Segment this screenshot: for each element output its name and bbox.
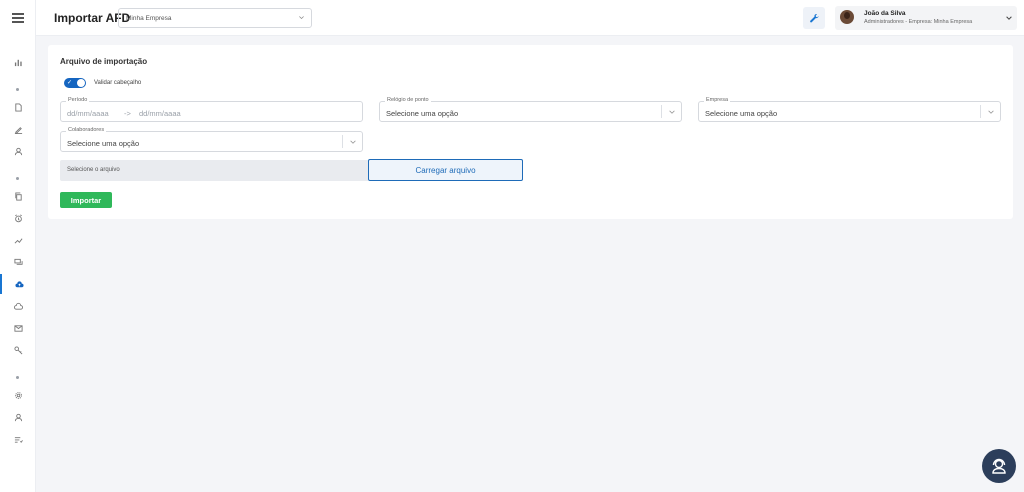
card-title: Arquivo de importação xyxy=(60,57,148,66)
user-name: João da Silva xyxy=(864,10,906,17)
time-clock-select[interactable]: Relógio de ponto Selecione uma opção xyxy=(379,97,682,122)
menu-icon[interactable] xyxy=(12,13,24,23)
period-end-input[interactable]: dd/mm/aaaa xyxy=(139,109,181,118)
tools-button[interactable] xyxy=(803,7,825,29)
time-clock-label: Relógio de ponto xyxy=(385,97,431,103)
chevron-down-icon xyxy=(988,110,994,114)
period-start-input[interactable]: dd/mm/aaaa xyxy=(67,109,109,118)
company-label: Empresa xyxy=(704,97,731,103)
support-button[interactable] xyxy=(982,449,1016,483)
sidebar xyxy=(0,0,36,492)
company-select[interactable]: Minha Empresa xyxy=(118,8,312,28)
cloud-icon[interactable] xyxy=(0,296,36,316)
period-label: Período xyxy=(66,97,90,103)
employees-label: Colaboradores xyxy=(66,127,107,133)
wrench-icon xyxy=(810,13,819,23)
section-dot xyxy=(16,376,19,379)
company-select-value: Minha Empresa xyxy=(126,15,172,22)
gear-icon[interactable] xyxy=(0,385,36,405)
upload-file-button[interactable]: Carregar arquivo xyxy=(368,159,523,181)
check-icon: ✓ xyxy=(67,80,73,86)
user-menu[interactable]: João da Silva Administradores - Empresa:… xyxy=(835,6,1017,30)
company-field-select[interactable]: Empresa Selecione uma opção xyxy=(698,97,1001,122)
validate-header-toggle[interactable]: ✓ xyxy=(64,78,86,88)
company-value: Selecione uma opção xyxy=(705,109,778,118)
document-icon[interactable] xyxy=(0,97,36,117)
support-agent-icon xyxy=(992,458,1006,474)
top-header: Importar AFD Minha Empresa João da Silva… xyxy=(36,0,1024,36)
section-dot xyxy=(16,88,19,91)
employees-value: Selecione uma opção xyxy=(67,139,140,148)
file-input[interactable]: Selecione o arquivo xyxy=(60,160,368,181)
mail-icon[interactable] xyxy=(0,318,36,338)
chevron-down-icon xyxy=(350,140,356,144)
copy-icon[interactable] xyxy=(0,186,36,206)
trend-icon[interactable] xyxy=(0,230,36,250)
time-clock-value: Selecione uma opção xyxy=(386,109,459,118)
period-range-field[interactable]: Período dd/mm/aaaa -> dd/mm/aaaa xyxy=(60,97,363,122)
person-icon[interactable] xyxy=(0,407,36,427)
list-icon[interactable] xyxy=(0,429,36,449)
toggle-label: Validar cabeçalho xyxy=(94,80,142,86)
employees-select[interactable]: Colaboradores Selecione uma opção xyxy=(60,127,363,152)
chevron-down-icon xyxy=(299,16,304,20)
chevron-down-icon xyxy=(669,110,675,114)
import-button[interactable]: Importar xyxy=(60,192,112,208)
user-icon[interactable] xyxy=(0,141,36,161)
user-role: Administradores - Empresa: Minha Empresa xyxy=(864,19,973,25)
alarm-icon[interactable] xyxy=(0,208,36,228)
section-dot xyxy=(16,177,19,180)
chevron-down-icon xyxy=(1006,16,1012,20)
pen-icon[interactable] xyxy=(0,119,36,139)
chat-icon[interactable] xyxy=(0,252,36,272)
key-icon[interactable] xyxy=(0,340,36,360)
cloud-upload-icon[interactable] xyxy=(0,274,36,294)
import-card: Arquivo de importação ✓ Validar cabeçalh… xyxy=(48,45,1013,219)
period-arrow: -> xyxy=(124,109,131,118)
file-placeholder: Selecione o arquivo xyxy=(67,167,120,173)
avatar xyxy=(840,10,854,24)
bar-chart-icon[interactable] xyxy=(0,52,36,72)
